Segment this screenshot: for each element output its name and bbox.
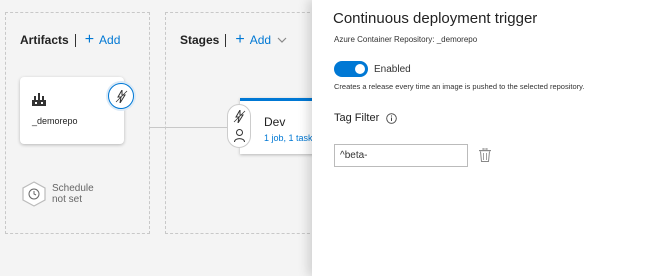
schedule-line1: Schedule (52, 183, 94, 194)
panel-title: Continuous deployment trigger (333, 10, 538, 27)
stages-title: Stages (180, 33, 220, 47)
artifact-card[interactable]: _demorepo (20, 77, 124, 144)
tag-filter-input[interactable] (334, 144, 468, 167)
schedule-line2: not set (52, 194, 83, 205)
stages-header: Stages + Add (180, 31, 287, 48)
info-icon[interactable] (386, 112, 398, 124)
stage-tasks-link[interactable]: 1 job, 1 task (264, 133, 313, 143)
lightning-icon (233, 110, 246, 123)
artifacts-title: Artifacts (20, 33, 69, 47)
header-divider (74, 33, 76, 47)
toggle-knob (355, 64, 365, 74)
add-stage-label: Add (249, 33, 272, 47)
tag-filter-heading: Tag Filter (334, 112, 398, 124)
add-artifact-label: Add (99, 33, 121, 47)
add-icon: + (235, 31, 245, 48)
trigger-description: Creates a release every time an image is… (334, 82, 585, 91)
schedule-clock-icon (22, 181, 46, 207)
person-icon (234, 129, 245, 142)
pre-deployment-conditions[interactable] (227, 104, 251, 148)
artifact-name: _demorepo (32, 116, 78, 126)
add-icon: + (84, 31, 95, 48)
schedule-label: Schedule not set (52, 183, 112, 205)
chevron-down-icon (277, 37, 287, 43)
artifact-stage-connector (150, 127, 230, 128)
trash-icon[interactable] (479, 148, 491, 162)
lightning-icon (115, 90, 128, 103)
enabled-toggle[interactable] (334, 61, 368, 77)
build-icon (32, 93, 46, 106)
schedule-trigger[interactable]: Schedule not set (22, 181, 112, 207)
add-artifact-button[interactable]: + Add (84, 31, 121, 48)
toggle-label: Enabled (374, 64, 411, 75)
artifacts-header: Artifacts + Add (20, 31, 121, 48)
stage-name: Dev (264, 115, 286, 129)
continuous-deployment-trigger-button[interactable] (108, 83, 134, 109)
tag-filter-label: Tag Filter (334, 112, 380, 124)
cd-trigger-panel: Continuous deployment trigger Azure Cont… (312, 0, 648, 276)
panel-subtitle: Azure Container Repository: _demorepo (334, 35, 478, 44)
header-divider (225, 33, 227, 47)
add-stage-button[interactable]: + Add (235, 31, 287, 48)
